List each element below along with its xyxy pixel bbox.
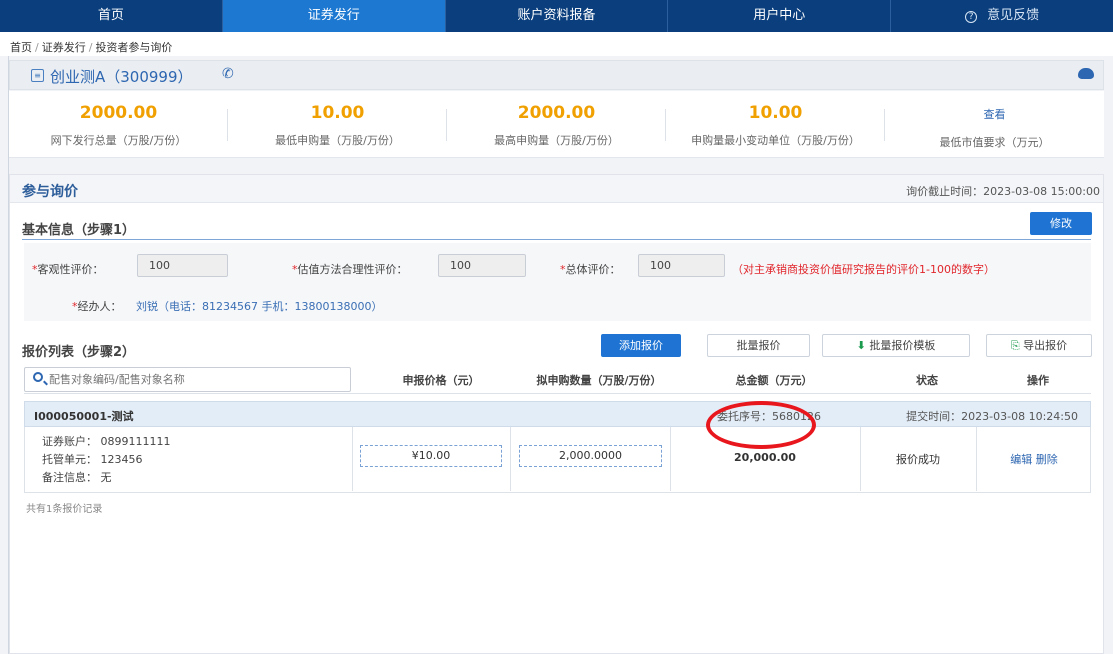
- panel-title: 参与询价: [22, 184, 78, 200]
- search-icon: [33, 372, 43, 382]
- objectivity-label: *客观性评价：: [32, 263, 104, 276]
- quantity-input[interactable]: 2,000.0000: [519, 445, 662, 467]
- rating-hint: （对主承销商投资价值研究报告的评价1-100的数字）: [732, 263, 995, 276]
- export-label: 导出报价: [1023, 339, 1068, 352]
- modify-button[interactable]: 修改: [1030, 212, 1092, 235]
- stat-value: 10.00: [748, 103, 803, 123]
- view-link[interactable]: 查看: [885, 103, 1104, 127]
- inquiry-deadline: 询价截止时间：2023-03-08 15:00:00: [906, 185, 1100, 198]
- objectivity-input[interactable]: 100: [137, 254, 228, 277]
- cell-divider: [510, 427, 511, 491]
- inquiry-panel: 参与询价 询价截止时间：2023-03-08 15:00:00 基本信息（步骤1…: [9, 174, 1104, 654]
- add-quote-button[interactable]: 添加报价: [601, 334, 681, 357]
- breadcrumb: 首页 / 证券发行 / 投资者参与询价: [10, 41, 173, 54]
- remark-info: 备注信息： 无: [42, 471, 112, 484]
- batch-quote-button[interactable]: 批量报价: [707, 334, 810, 357]
- nav-issuance[interactable]: 证券发行: [222, 0, 446, 32]
- nav-feedback[interactable]: ? 意见反馈: [891, 0, 1113, 32]
- cell-divider: [352, 427, 353, 491]
- annotation-circle: [706, 401, 816, 449]
- panel-title-bar: 参与询价 询价截止时间：2023-03-08 15:00:00: [10, 175, 1103, 203]
- nav-home[interactable]: 首页: [0, 0, 223, 32]
- stat-value: 2000.00: [517, 103, 596, 123]
- download-icon: ⬇: [856, 339, 866, 352]
- stat-label: 网下发行总量（万股/万份）: [50, 134, 187, 147]
- valuation-input[interactable]: 100: [438, 254, 526, 277]
- breadcrumb-current: 投资者参与询价: [95, 41, 173, 54]
- cloud-upload-icon[interactable]: [1078, 68, 1094, 79]
- nav-feedback-label: 意见反馈: [987, 8, 1040, 23]
- search-input[interactable]: [49, 370, 344, 389]
- quote-table-header: 申报价格（元） 拟申购数量（万股/万份） 总金额（万元） 状态 操作: [24, 365, 1091, 394]
- nav-user-center[interactable]: 用户中心: [668, 0, 892, 32]
- securities-account: 证券账户： 0899111111: [42, 435, 171, 448]
- basic-info-divider: [22, 239, 1091, 240]
- stat-min-market-value: 查看 最低市值要求（万元）: [885, 91, 1104, 157]
- col-action: 操作: [1027, 374, 1049, 387]
- table-row: 证券账户： 0899111111 托管单元： 123456 备注信息： 无 ¥1…: [24, 427, 1091, 493]
- quote-list-title: 报价列表（步骤2）: [22, 345, 136, 360]
- breadcrumb-issuance[interactable]: 证券发行: [42, 41, 86, 54]
- col-status: 状态: [916, 374, 938, 387]
- col-price: 申报价格（元）: [402, 374, 480, 387]
- stat-min-subscription: 10.00 最低申购量（万股/万份）: [228, 91, 447, 157]
- stat-max-subscription: 2000.00 最高申购量（万股/万份）: [447, 91, 666, 157]
- row-actions: 编辑 删除: [976, 451, 1092, 467]
- stat-label: 申购量最小变动单位（万股/万份）: [691, 134, 860, 147]
- quote-status: 报价成功: [896, 453, 940, 466]
- col-quantity: 拟申购数量（万股/万份）: [536, 374, 662, 387]
- handler-value: 刘锐（电话：81234567 手机：13800138000）: [136, 300, 383, 313]
- help-icon: ?: [965, 11, 978, 23]
- product-header: ≡ 创业测A（300999） ✆: [9, 60, 1104, 90]
- total-amount: 20,000.00: [734, 451, 796, 464]
- col-amount: 总金额（万元）: [735, 374, 813, 387]
- stat-value: 10.00: [310, 103, 365, 123]
- stat-label: 最高申购量（万股/万份）: [494, 134, 619, 147]
- overall-input[interactable]: 100: [638, 254, 725, 277]
- nav-account-report[interactable]: 账户资料报备: [446, 0, 669, 32]
- valuation-label: *估值方法合理性评价：: [292, 263, 408, 276]
- batch-template-label: 批量报价模板: [869, 339, 936, 352]
- edit-link[interactable]: 编辑: [1010, 453, 1032, 466]
- phone-icon[interactable]: ✆: [222, 66, 234, 82]
- basic-info-box: *客观性评价： 100 *估值方法合理性评价： 100 *总体评价： 100 （…: [24, 243, 1091, 321]
- overall-label: *总体评价：: [560, 263, 621, 276]
- breadcrumb-home[interactable]: 首页: [10, 41, 32, 54]
- search-box[interactable]: [24, 367, 351, 392]
- document-icon: ≡: [31, 69, 44, 82]
- delete-link[interactable]: 删除: [1036, 453, 1058, 466]
- product-name: 创业测A（300999）: [50, 68, 193, 86]
- record-count: 共有1条报价记录: [26, 504, 103, 515]
- handler-label: *经办人：: [72, 300, 122, 313]
- export-quote-button[interactable]: ⎘ 导出报价: [986, 334, 1092, 357]
- price-input[interactable]: ¥10.00: [360, 445, 502, 467]
- basic-info-title: 基本信息（步骤1）: [22, 223, 136, 238]
- quote-group-row: I000050001-测试 委托序号：5680126 提交时间：2023-03-…: [24, 401, 1091, 427]
- stat-label: 最低市值要求（万元）: [939, 136, 1050, 149]
- custody-unit: 托管单元： 123456: [42, 453, 143, 466]
- top-nav: 首页 证券发行 账户资料报备 用户中心 ? 意见反馈: [0, 0, 1113, 32]
- export-icon: ⎘: [1010, 339, 1020, 352]
- batch-template-button[interactable]: ⬇ 批量报价模板: [822, 334, 970, 357]
- stat-value: 2000.00: [79, 103, 158, 123]
- submit-time: 提交时间：2023-03-08 10:24:50: [906, 410, 1078, 423]
- placement-object-name: I000050001-测试: [34, 410, 134, 423]
- stat-label: 最低申购量（万股/万份）: [275, 134, 400, 147]
- stat-total-offline: 2000.00 网下发行总量（万股/万份）: [9, 91, 228, 157]
- issue-stats: 2000.00 网下发行总量（万股/万份） 10.00 最低申购量（万股/万份）…: [9, 91, 1104, 158]
- stat-min-increment: 10.00 申购量最小变动单位（万股/万份）: [666, 91, 885, 157]
